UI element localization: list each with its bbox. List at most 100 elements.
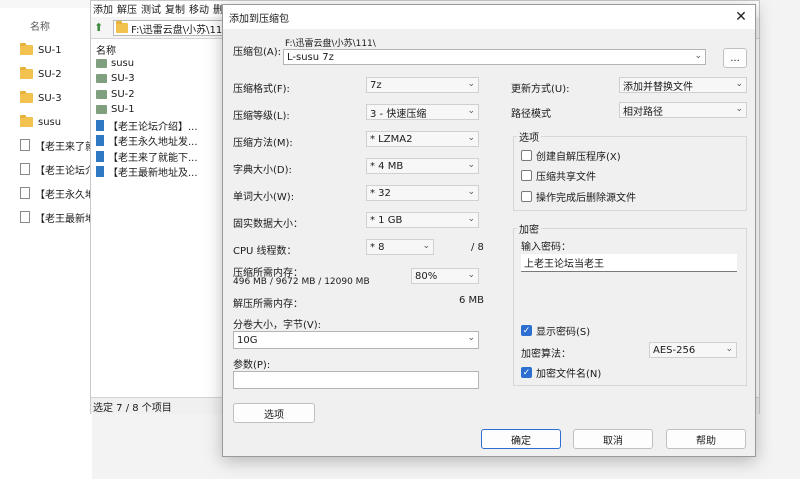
show-password-checkbox[interactable]: ✓ 显示密码(S) <box>521 323 590 338</box>
dict-select[interactable]: * 4 MB ⌄ <box>366 158 479 174</box>
chevron-down-icon: ⌄ <box>467 270 475 280</box>
checkbox-unchecked-icon <box>521 191 532 202</box>
sfx-label: 创建自解压程序(X) <box>536 152 621 163</box>
close-icon[interactable]: ✕ <box>731 7 751 27</box>
menu-move[interactable]: 移动 <box>189 1 209 16</box>
up-folder-icon[interactable]: ⬆ <box>94 21 106 34</box>
menu-test[interactable]: 测试 <box>141 1 161 16</box>
split-label: 分卷大小，字节(V): <box>233 320 322 331</box>
folder-icon <box>96 59 107 68</box>
chevron-down-icon: ⌄ <box>467 79 475 89</box>
show-password-label: 显示密码(S) <box>536 327 591 338</box>
format-value: 7z <box>370 79 382 91</box>
zip-list-item[interactable]: SU-1 <box>96 102 135 117</box>
encryption-group-title: 加密 <box>517 221 541 236</box>
ok-button[interactable]: 确定 <box>481 429 561 449</box>
password-label: 输入密码： <box>521 242 571 253</box>
split-size-combo[interactable]: 10G ⌄ <box>233 331 479 349</box>
sfx-checkbox[interactable]: 创建自解压程序(X) <box>521 148 621 163</box>
update-label: 更新方式(U): <box>511 84 570 95</box>
chevron-down-icon: ⌄ <box>725 344 733 354</box>
folder-icon <box>20 115 33 127</box>
method-select[interactable]: * LZMA2 ⌄ <box>366 131 479 147</box>
format-label: 压缩格式(F): <box>233 84 290 95</box>
level-select[interactable]: 3 - 快速压缩 ⌄ <box>366 104 479 120</box>
cpu-label: CPU 线程数： <box>233 246 297 257</box>
archive-name-combo[interactable]: L-susu 7z ⌄ <box>283 49 706 65</box>
cpu-value: * 8 <box>370 241 385 253</box>
explorer-item-label: 【老王永久地 <box>35 189 95 201</box>
chevron-down-icon: ⌄ <box>467 133 475 143</box>
params-input[interactable] <box>233 371 479 389</box>
zip-item-label: 【老王来了就能下... <box>108 153 198 164</box>
zip-list-item[interactable]: susu <box>96 56 134 71</box>
chevron-down-icon: ⌄ <box>735 104 743 114</box>
explorer-item-label: 【老王论坛介 <box>35 165 95 177</box>
explorer-item[interactable]: SU-2 <box>20 65 62 83</box>
update-select[interactable]: 添加并替换文件 ⌄ <box>619 77 747 93</box>
explorer-column-name[interactable]: 名称 <box>30 18 50 33</box>
explorer-item-label: susu <box>38 116 62 128</box>
folder-icon <box>20 67 33 79</box>
archive-label: 压缩包(A): <box>233 47 282 58</box>
mem-comp-value: 496 MB / 9672 MB / 12090 MB <box>233 277 370 287</box>
format-select[interactable]: 7z ⌄ <box>366 77 479 93</box>
update-value: 添加并替换文件 <box>623 81 693 93</box>
enc-method-select[interactable]: AES-256 ⌄ <box>649 342 737 358</box>
mem-percent-select[interactable]: 80% ⌄ <box>411 268 479 284</box>
zip-list-item[interactable]: SU-2 <box>96 87 135 102</box>
folder-icon <box>96 105 107 114</box>
method-value: * LZMA2 <box>370 133 413 145</box>
browse-button[interactable]: ... <box>723 48 747 68</box>
file-explorer-pane: 名称 SU-1 SU-2 SU-3 susu 【老王来了就 【老王论坛介 【老王… <box>0 0 95 479</box>
explorer-item[interactable]: 【老王最新地 <box>20 208 95 226</box>
explorer-item[interactable]: SU-1 <box>20 41 62 59</box>
explorer-item[interactable]: 【老王论坛介 <box>20 160 95 178</box>
explorer-item[interactable]: 【老王永久地 <box>20 184 95 202</box>
options-button[interactable]: 选项 <box>233 403 315 423</box>
menu-copy[interactable]: 复制 <box>165 1 185 16</box>
menu-extract[interactable]: 解压 <box>117 1 137 16</box>
chevron-down-icon: ⌄ <box>422 241 430 251</box>
shared-files-checkbox[interactable]: 压缩共享文件 <box>521 168 596 183</box>
encrypt-names-checkbox[interactable]: ✓ 加密文件名(N) <box>521 365 601 380</box>
zip-list-item[interactable]: 【老王最新地址及... <box>96 164 198 179</box>
explorer-item[interactable]: susu <box>20 113 61 131</box>
help-button[interactable]: 帮助 <box>666 429 746 449</box>
zip-list-item[interactable]: 【老王永久地址发... <box>96 133 198 148</box>
mem-decomp-label: 解压所需内存： <box>233 299 303 310</box>
chevron-down-icon: ⌄ <box>467 160 475 170</box>
zip-item-label: SU-1 <box>111 104 135 115</box>
zip-path-field[interactable]: F:\迅雷云盘\小苏\111\ <box>113 20 233 36</box>
explorer-item[interactable]: 【老王来了就 <box>20 136 95 154</box>
enc-method-label: 加密算法： <box>521 349 571 360</box>
document-icon <box>96 120 104 131</box>
checkbox-unchecked-icon <box>521 170 532 181</box>
folder-icon <box>96 74 107 83</box>
document-icon <box>20 139 30 151</box>
document-icon <box>96 166 104 177</box>
delete-after-checkbox[interactable]: 操作完成后删除源文件 <box>521 189 636 204</box>
folder-icon <box>20 43 33 55</box>
zip-list-item[interactable]: 【老王论坛介绍】... <box>96 118 198 133</box>
zip-list-item[interactable]: SU-3 <box>96 71 135 86</box>
word-label: 单词大小(W): <box>233 192 295 203</box>
word-select[interactable]: * 32 ⌄ <box>366 185 479 201</box>
document-icon <box>96 135 104 146</box>
password-input[interactable]: 上老王论坛当老王 <box>521 254 737 272</box>
enc-method-value: AES-256 <box>653 344 696 356</box>
cancel-button[interactable]: 取消 <box>573 429 653 449</box>
pathmode-select[interactable]: 相对路径 ⌄ <box>619 102 747 118</box>
explorer-item[interactable]: SU-3 <box>20 89 62 107</box>
params-label: 参数(P): <box>233 360 271 371</box>
menu-add[interactable]: 添加 <box>93 1 113 16</box>
explorer-top-strip <box>0 0 92 8</box>
chevron-down-icon: ⌄ <box>694 51 702 61</box>
dict-value: * 4 MB <box>370 160 404 172</box>
zip-column-name[interactable]: 名称 <box>96 42 116 57</box>
folder-icon <box>96 90 107 99</box>
explorer-item-label: SU-3 <box>38 92 62 104</box>
zip-list-item[interactable]: 【老王来了就能下... <box>96 149 198 164</box>
cpu-select[interactable]: * 8 ⌄ <box>366 239 434 255</box>
solid-select[interactable]: * 1 GB ⌄ <box>366 212 479 228</box>
